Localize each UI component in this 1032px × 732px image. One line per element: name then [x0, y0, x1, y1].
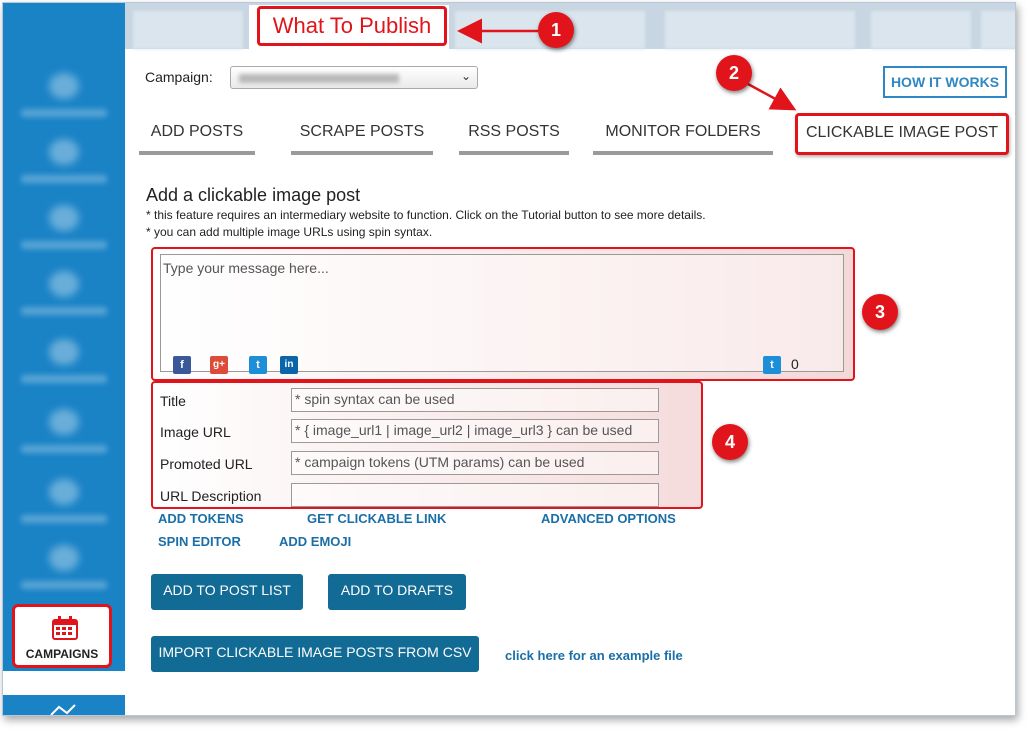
arrow-2: [747, 82, 797, 111]
marker-4: 4: [712, 424, 748, 460]
marker-1: 1: [538, 12, 574, 48]
marker-3: 3: [862, 294, 898, 330]
marker-2: 2: [716, 55, 752, 91]
annotation-arrows: [457, 18, 797, 111]
